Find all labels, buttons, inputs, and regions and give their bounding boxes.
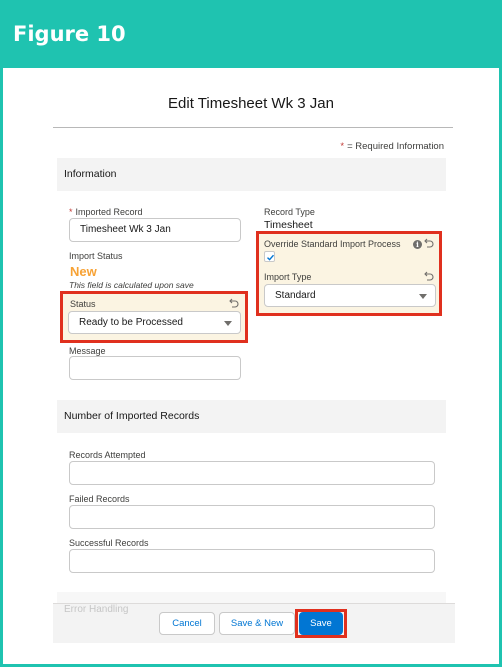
import-status-value: New [70,264,97,279]
successful-records-label: Successful Records [69,538,149,548]
status-red-highlight [60,291,248,343]
figure-header: Figure 10 [0,0,502,68]
figure-title: Figure 10 [13,22,126,46]
save-and-new-button[interactable]: Save & New [219,612,295,635]
imported-record-label: * Imported Record [69,207,143,217]
import-status-note: This field is calculated upon save [69,280,194,290]
record-type-label: Record Type [264,207,315,217]
override-red-highlight [256,231,442,316]
imported-record-input[interactable]: Timesheet Wk 3 Jan [69,218,241,242]
record-type-value: Timesheet [264,219,313,231]
error-handling-label: Error Handling [64,604,129,615]
required-info-note: * = Required Information [340,141,444,152]
failed-records-label: Failed Records [69,494,130,504]
required-star: * [340,141,345,152]
title-divider [53,127,453,128]
modal-title: Edit Timesheet Wk 3 Jan [168,95,334,112]
section-imported-records[interactable]: Number of Imported Records [57,400,446,433]
save-red-highlight [295,609,347,638]
required-star: * [69,207,73,217]
message-label: Message [69,346,106,356]
import-status-label: Import Status [69,251,123,261]
required-info-text: = Required Information [347,141,444,152]
failed-records-input[interactable] [69,505,435,529]
imported-record-label-text: Imported Record [75,207,143,217]
records-attempted-label: Records Attempted [69,450,146,460]
cancel-button[interactable]: Cancel [159,612,215,635]
section-information[interactable]: Information [57,158,446,191]
records-attempted-input[interactable] [69,461,435,485]
message-input[interactable] [69,356,241,380]
successful-records-input[interactable] [69,549,435,573]
